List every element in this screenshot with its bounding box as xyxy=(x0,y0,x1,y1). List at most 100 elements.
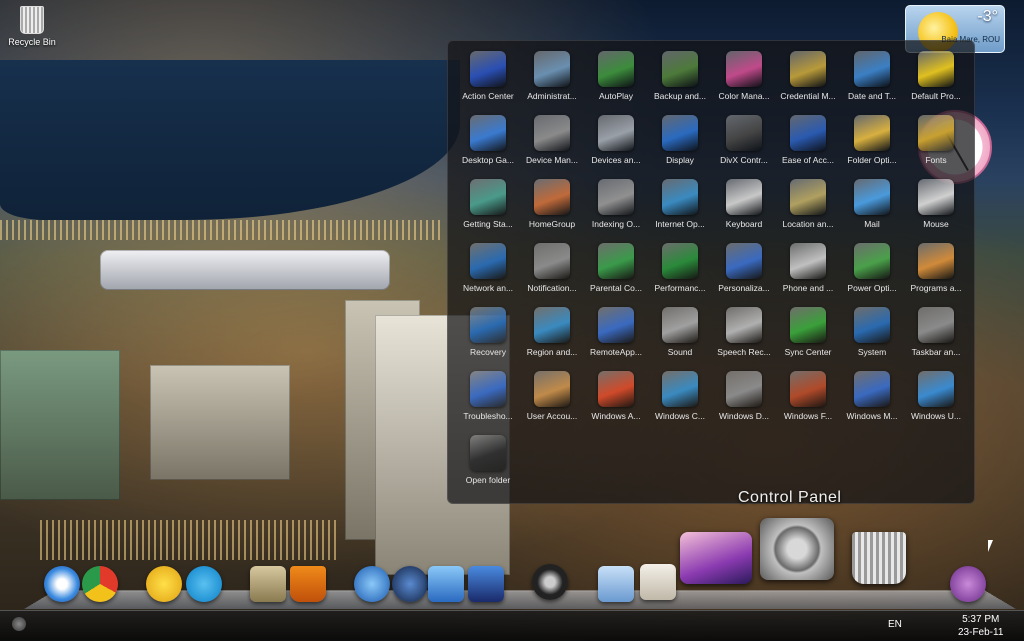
keyboard-icon xyxy=(726,179,762,215)
control-panel-item[interactable]: User Accou... xyxy=(520,369,584,431)
control-panel-item[interactable]: Windows A... xyxy=(584,369,648,431)
control-panel-item[interactable]: Device Man... xyxy=(520,113,584,175)
wallpaper-lights xyxy=(40,520,340,560)
control-panel-item[interactable]: Sound xyxy=(648,305,712,367)
location-icon xyxy=(790,179,826,215)
settings-icon[interactable] xyxy=(532,564,568,600)
control-panel-item[interactable]: Mail xyxy=(840,177,904,239)
control-panel-item-label: DivX Contr... xyxy=(720,155,768,165)
control-panel-item[interactable]: RemoteApp... xyxy=(584,305,648,367)
control-panel-item[interactable]: Credential M... xyxy=(776,49,840,111)
control-panel-item-label: Taskbar an... xyxy=(911,347,961,357)
yahoo-messenger-icon[interactable] xyxy=(146,566,182,602)
control-panel-item[interactable]: Speech Rec... xyxy=(712,305,776,367)
control-panel-item[interactable]: Recovery xyxy=(456,305,520,367)
control-panel-item[interactable]: Windows F... xyxy=(776,369,840,431)
windows-update-icon xyxy=(918,371,954,407)
control-panel-item[interactable]: Power Opti... xyxy=(840,241,904,303)
photo-preview-icon[interactable] xyxy=(680,532,752,584)
device-manager-icon xyxy=(534,115,570,151)
control-panel-item[interactable]: Date and T... xyxy=(840,49,904,111)
control-panel-item-label: Color Mana... xyxy=(718,91,770,101)
calendar-clock-icon xyxy=(854,51,890,87)
control-panel-item[interactable]: Region and... xyxy=(520,305,584,367)
control-panel-item[interactable]: Administrat... xyxy=(520,49,584,111)
trash-icon[interactable] xyxy=(852,532,906,584)
control-panel-item[interactable]: Notification... xyxy=(520,241,584,303)
video-icon[interactable] xyxy=(468,566,504,602)
control-panel-item[interactable]: Fonts xyxy=(904,113,968,175)
control-panel-item-label: Network an... xyxy=(462,283,514,293)
globe-icon[interactable] xyxy=(354,566,390,602)
control-panel-item-label: HomeGroup xyxy=(528,219,576,229)
control-panel-item[interactable]: Phone and ... xyxy=(776,241,840,303)
control-panel-item[interactable]: Sync Center xyxy=(776,305,840,367)
control-panel-item[interactable]: Internet Op... xyxy=(648,177,712,239)
language-indicator[interactable]: EN xyxy=(888,619,902,630)
system-preferences-icon[interactable] xyxy=(760,518,834,580)
control-panel-item[interactable]: DivX Contr... xyxy=(712,113,776,175)
control-panel-item-label: Mail xyxy=(864,219,880,229)
parental-controls-icon xyxy=(598,243,634,279)
windows-cardspace-icon xyxy=(662,371,698,407)
control-panel-item[interactable]: Devices an... xyxy=(584,113,648,175)
control-panel-item[interactable]: Programs a... xyxy=(904,241,968,303)
control-panel-item[interactable]: Ease of Acc... xyxy=(776,113,840,175)
speaker-icon xyxy=(662,307,698,343)
control-panel-item[interactable]: Display xyxy=(648,113,712,175)
recycle-bin-icon xyxy=(20,6,44,34)
control-panel-item-label: Performanc... xyxy=(654,283,706,293)
itunes-icon[interactable] xyxy=(428,566,464,602)
chrome-icon[interactable] xyxy=(82,566,118,602)
control-panel-item[interactable]: Keyboard xyxy=(712,177,776,239)
control-panel-item[interactable]: Troublesho... xyxy=(456,369,520,431)
control-panel-item[interactable]: Mouse xyxy=(904,177,968,239)
control-panel-item[interactable]: System xyxy=(840,305,904,367)
control-panel-item[interactable]: Backup and... xyxy=(648,49,712,111)
system-clock[interactable]: 5:37 PM 23-Feb-11 xyxy=(958,613,1003,639)
control-panel-item[interactable]: AutoPlay xyxy=(584,49,648,111)
vlc-icon[interactable] xyxy=(290,566,326,602)
control-panel-item-label: Device Man... xyxy=(526,155,578,165)
recycle-bin-desktop-icon[interactable]: Recycle Bin xyxy=(4,6,60,47)
control-panel-item[interactable]: Performanc... xyxy=(648,241,712,303)
control-panel-item-label: RemoteApp... xyxy=(590,347,642,357)
indexing-icon xyxy=(598,179,634,215)
quicktime-icon[interactable] xyxy=(392,566,428,602)
archive-icon[interactable] xyxy=(250,566,286,602)
mouse-pointer xyxy=(988,540,993,552)
control-panel-item[interactable]: Taskbar an... xyxy=(904,305,968,367)
control-panel-item[interactable]: Open folder xyxy=(456,433,520,495)
performance-icon xyxy=(662,243,698,279)
divx-icon xyxy=(726,115,762,151)
control-panel-item[interactable]: Getting Sta... xyxy=(456,177,520,239)
control-panel-item[interactable]: Default Pro... xyxy=(904,49,968,111)
control-panel-item[interactable]: Windows M... xyxy=(840,369,904,431)
control-panel-item[interactable]: Indexing O... xyxy=(584,177,648,239)
monitor-icon[interactable] xyxy=(598,566,634,602)
safari-icon[interactable] xyxy=(44,566,80,602)
control-panel-item-label: Mouse xyxy=(923,219,949,229)
control-panel-item[interactable]: Desktop Ga... xyxy=(456,113,520,175)
control-panel-item[interactable]: Personaliza... xyxy=(712,241,776,303)
start-button[interactable] xyxy=(12,617,26,631)
skype-icon[interactable] xyxy=(186,566,222,602)
control-panel-item[interactable]: Color Mana... xyxy=(712,49,776,111)
control-panel-item-label: Date and T... xyxy=(847,91,897,101)
control-panel-item[interactable]: HomeGroup xyxy=(520,177,584,239)
control-panel-item[interactable]: Windows D... xyxy=(712,369,776,431)
home-icon xyxy=(534,179,570,215)
control-panel-item[interactable]: Windows U... xyxy=(904,369,968,431)
control-panel-item[interactable]: Parental Co... xyxy=(584,241,648,303)
control-panel-item[interactable]: Windows C... xyxy=(648,369,712,431)
control-panel-item-label: Display xyxy=(666,155,694,165)
defender-icon xyxy=(726,371,762,407)
adium-duck-icon[interactable] xyxy=(950,566,986,602)
control-panel-item[interactable]: Action Center xyxy=(456,49,520,111)
control-panel-item[interactable]: Folder Opti... xyxy=(840,113,904,175)
home-icon[interactable] xyxy=(640,564,676,600)
control-panel-item[interactable]: Network an... xyxy=(456,241,520,303)
remoteapp-icon xyxy=(598,307,634,343)
control-panel-stack: Action Center Administrat... AutoPlay Backu… xyxy=(447,40,975,506)
control-panel-item[interactable]: Location an... xyxy=(776,177,840,239)
